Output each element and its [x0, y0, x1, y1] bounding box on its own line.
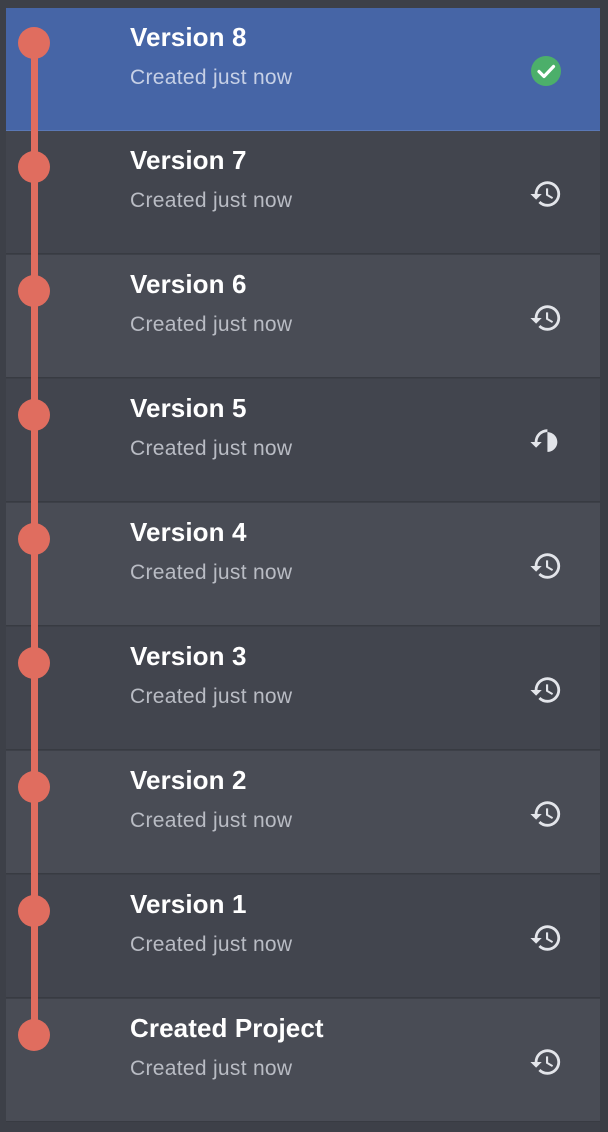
version-title: Version 6 [130, 269, 247, 299]
version-title: Version 1 [130, 889, 247, 919]
history-icon[interactable] [528, 920, 564, 956]
timeline-dot [18, 1019, 50, 1051]
timeline-dot [18, 275, 50, 307]
version-timestamp: Created just now [130, 66, 293, 89]
check-circle-icon [528, 53, 564, 89]
version-timestamp: Created just now [130, 1057, 293, 1080]
version-timestamp: Created just now [130, 437, 293, 460]
timeline-dot [18, 771, 50, 803]
version-row[interactable]: Version 8 Created just now [6, 8, 600, 131]
version-row[interactable]: Version 5 Created just now [6, 379, 600, 502]
timeline-dot [18, 647, 50, 679]
version-title: Version 2 [130, 765, 247, 795]
history-icon[interactable] [528, 672, 564, 708]
version-title: Version 4 [130, 517, 247, 547]
version-title: Version 8 [130, 22, 247, 52]
version-row[interactable]: Created Project Created just now [6, 999, 600, 1122]
history-icon[interactable] [528, 176, 564, 212]
version-row[interactable]: Version 7 Created just now [6, 131, 600, 254]
history-icon[interactable] [528, 424, 564, 460]
version-row[interactable]: Version 3 Created just now [6, 627, 600, 750]
history-icon[interactable] [528, 548, 564, 584]
version-timestamp: Created just now [130, 189, 293, 212]
version-title: Created Project [130, 1013, 324, 1043]
timeline-dot [18, 399, 50, 431]
version-timestamp: Created just now [130, 809, 293, 832]
scroll-edge [600, 0, 608, 1132]
version-history-panel: Version 8 Created just now Version 7 Cre… [0, 0, 608, 1132]
version-title: Version 5 [130, 393, 247, 423]
history-icon[interactable] [528, 1044, 564, 1080]
history-icon[interactable] [528, 300, 564, 336]
version-title: Version 3 [130, 641, 247, 671]
timeline-dot [18, 27, 50, 59]
version-row[interactable]: Version 2 Created just now [6, 751, 600, 874]
version-timestamp: Created just now [130, 933, 293, 956]
version-row[interactable]: Version 4 Created just now [6, 503, 600, 626]
history-icon[interactable] [528, 796, 564, 832]
version-row[interactable]: Version 1 Created just now [6, 875, 600, 998]
timeline-dot [18, 895, 50, 927]
version-timestamp: Created just now [130, 313, 293, 336]
timeline-dot [18, 523, 50, 555]
version-row[interactable]: Version 6 Created just now [6, 255, 600, 378]
timeline-dot [18, 151, 50, 183]
version-timestamp: Created just now [130, 685, 293, 708]
version-title: Version 7 [130, 145, 247, 175]
version-timestamp: Created just now [130, 561, 293, 584]
